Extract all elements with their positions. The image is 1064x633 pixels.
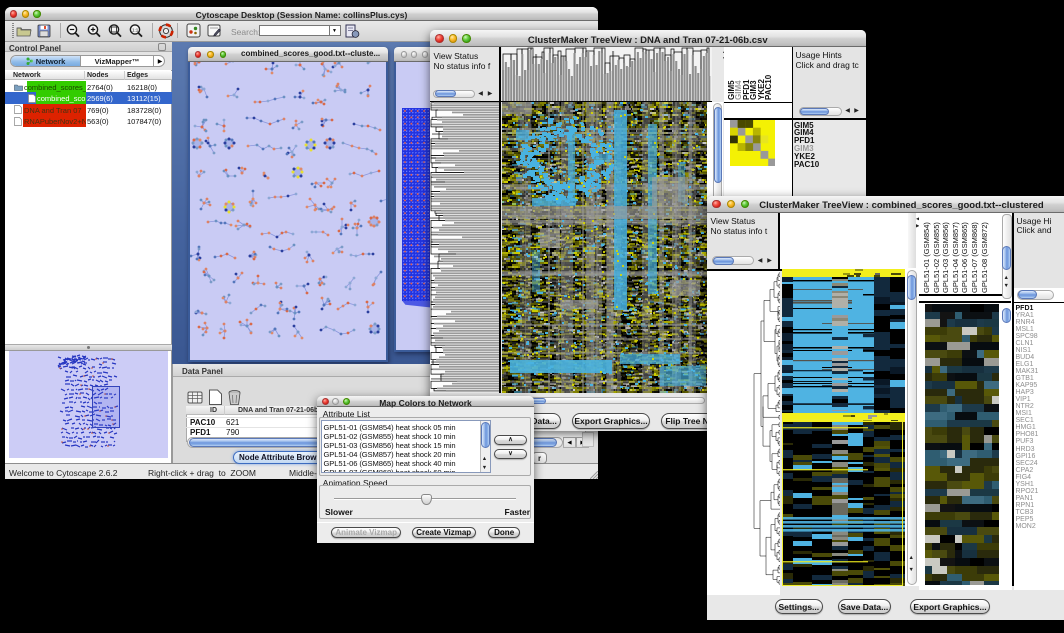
svg-text:1:1: 1:1 <box>132 28 139 33</box>
